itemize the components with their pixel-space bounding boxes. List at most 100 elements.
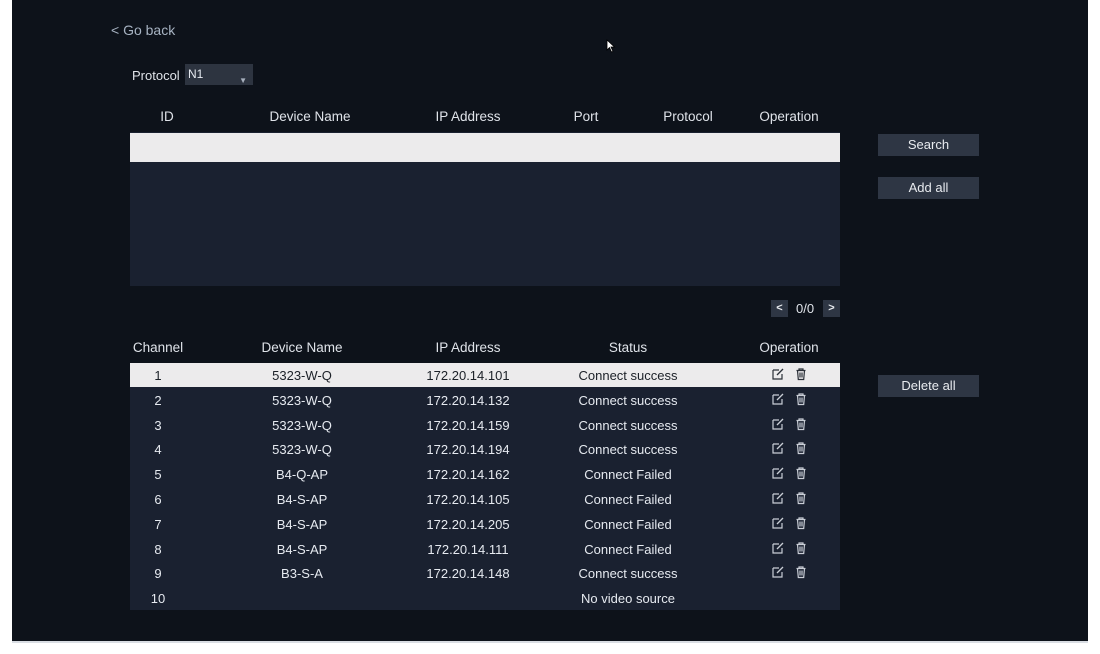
channel-header-operation: Operation	[759, 340, 819, 355]
ip-address-cell: 172.20.14.111	[427, 541, 509, 557]
channel-cell: 1	[154, 368, 162, 383]
device-name-cell: B4-S-AP	[276, 492, 328, 507]
status-cell: Connect success	[578, 392, 678, 408]
go-back-link[interactable]: < Go back	[111, 22, 175, 38]
edit-icon[interactable]	[771, 541, 785, 555]
channel-cell: 10	[150, 591, 166, 607]
status-cell: Connect success	[578, 442, 678, 458]
status-cell: Connect success	[578, 566, 678, 582]
trash-icon[interactable]	[794, 466, 808, 480]
row-operations	[771, 417, 811, 433]
status-cell: Connect Failed	[584, 541, 672, 557]
table-row[interactable]: 3 5323-W-Q 172.20.14.159 Connect success	[130, 413, 840, 437]
trash-icon[interactable]	[794, 491, 808, 505]
trash-icon[interactable]	[794, 392, 808, 406]
channel-header-device-name: Device Name	[261, 340, 343, 355]
channel-cell: 7	[154, 516, 162, 532]
search-header-operation: Operation	[759, 109, 819, 124]
search-results-selected-row[interactable]	[130, 133, 840, 162]
trash-icon[interactable]	[794, 565, 808, 579]
status-cell: Connect Failed	[584, 516, 672, 532]
channel-cell: 8	[154, 541, 162, 557]
edit-icon[interactable]	[771, 565, 785, 579]
search-header-protocol: Protocol	[663, 109, 713, 124]
edit-icon[interactable]	[771, 466, 785, 480]
search-button[interactable]: Search	[878, 134, 979, 156]
ip-address-cell: 172.20.14.194	[426, 442, 510, 458]
row-operations	[771, 541, 811, 557]
row-operations	[771, 441, 811, 457]
device-name-cell: B4-Q-AP	[275, 467, 329, 483]
table-row[interactable]: 9 B3-S-A 172.20.14.148 Connect success	[130, 561, 840, 585]
ip-address-cell: 172.20.14.132	[426, 392, 510, 408]
trash-icon[interactable]	[794, 441, 808, 455]
device-name-cell: B4-S-AP	[276, 516, 328, 532]
row-operations	[771, 392, 811, 408]
channel-cell: 9	[154, 566, 162, 582]
channel-header-ip-address: IP Address	[435, 340, 501, 355]
edit-icon[interactable]	[771, 417, 785, 431]
ip-address-cell: 172.20.14.101	[426, 368, 510, 383]
device-name-cell: 5323-W-Q	[272, 442, 332, 458]
channel-cell: 2	[154, 392, 162, 408]
status-cell: Connect success	[578, 417, 678, 433]
search-header-port: Port	[573, 109, 599, 124]
edit-icon[interactable]	[771, 441, 785, 455]
row-operations	[771, 516, 811, 532]
page-indicator: 0/0	[796, 301, 815, 316]
channel-cell: 3	[154, 417, 162, 433]
device-name-cell: 5323-W-Q	[272, 368, 332, 383]
table-row[interactable]: 8 B4-S-AP 172.20.14.111 Connect Failed	[130, 537, 840, 561]
bottom-edge	[12, 641, 1088, 643]
search-header-id: ID	[160, 109, 174, 124]
edit-icon[interactable]	[771, 392, 785, 406]
table-row[interactable]: 7 B4-S-AP 172.20.14.205 Connect Failed	[130, 512, 840, 536]
trash-icon[interactable]	[794, 367, 808, 381]
channel-cell: 5	[154, 467, 162, 483]
table-row[interactable]: 6 B4-S-AP 172.20.14.105 Connect Failed	[130, 487, 840, 511]
chevron-down-icon: ▼	[239, 76, 247, 85]
row-operations	[771, 565, 811, 581]
trash-icon[interactable]	[794, 516, 808, 530]
ip-address-cell: 172.20.14.148	[426, 566, 510, 582]
delete-all-button[interactable]: Delete all	[878, 375, 979, 397]
protocol-value: N1	[188, 67, 204, 81]
trash-icon[interactable]	[794, 541, 808, 555]
row-operations	[771, 491, 811, 507]
channel-header-channel: Channel	[132, 340, 184, 355]
channel-header-status: Status	[608, 340, 648, 355]
ip-address-cell: 172.20.14.162	[426, 467, 510, 483]
channel-cell: 6	[154, 492, 162, 507]
protocol-label: Protocol	[132, 68, 180, 83]
table-row[interactable]: 5 B4-Q-AP 172.20.14.162 Connect Failed	[130, 462, 840, 486]
table-row[interactable]: 4 5323-W-Q 172.20.14.194 Connect success	[130, 437, 840, 461]
device-name-cell: B3-S-A	[281, 566, 323, 582]
status-cell: Connect Failed	[584, 467, 672, 483]
protocol-select[interactable]: N1 ▼	[185, 64, 253, 85]
trash-icon[interactable]	[794, 417, 808, 431]
ip-address-cell: 172.20.14.205	[426, 516, 510, 532]
search-header-device-name: Device Name	[269, 109, 351, 124]
status-cell: Connect success	[578, 368, 678, 383]
device-name-cell: 5323-W-Q	[272, 392, 332, 408]
next-page-button[interactable]: >	[823, 300, 840, 317]
edit-icon[interactable]	[771, 491, 785, 505]
edit-icon[interactable]	[771, 516, 785, 530]
status-cell: No video source	[581, 591, 675, 607]
row-operations	[771, 466, 811, 482]
row-operations	[771, 367, 811, 383]
device-name-cell: 5323-W-Q	[272, 417, 332, 433]
ip-address-cell: 172.20.14.105	[426, 492, 510, 507]
search-header-ip-address: IP Address	[435, 109, 501, 124]
add-all-button[interactable]: Add all	[878, 177, 979, 199]
ip-address-cell: 172.20.14.159	[426, 417, 510, 433]
channel-cell: 4	[154, 442, 162, 458]
device-name-cell: B4-S-AP	[276, 541, 328, 557]
table-row[interactable]: 1 5323-W-Q 172.20.14.101 Connect success	[130, 363, 840, 387]
edit-icon[interactable]	[771, 367, 785, 381]
prev-page-button[interactable]: <	[771, 300, 788, 317]
status-cell: Connect Failed	[584, 492, 672, 507]
mouse-pointer-icon	[606, 39, 616, 53]
table-row[interactable]: 10 No video source	[130, 586, 840, 610]
table-row[interactable]: 2 5323-W-Q 172.20.14.132 Connect success	[130, 388, 840, 412]
